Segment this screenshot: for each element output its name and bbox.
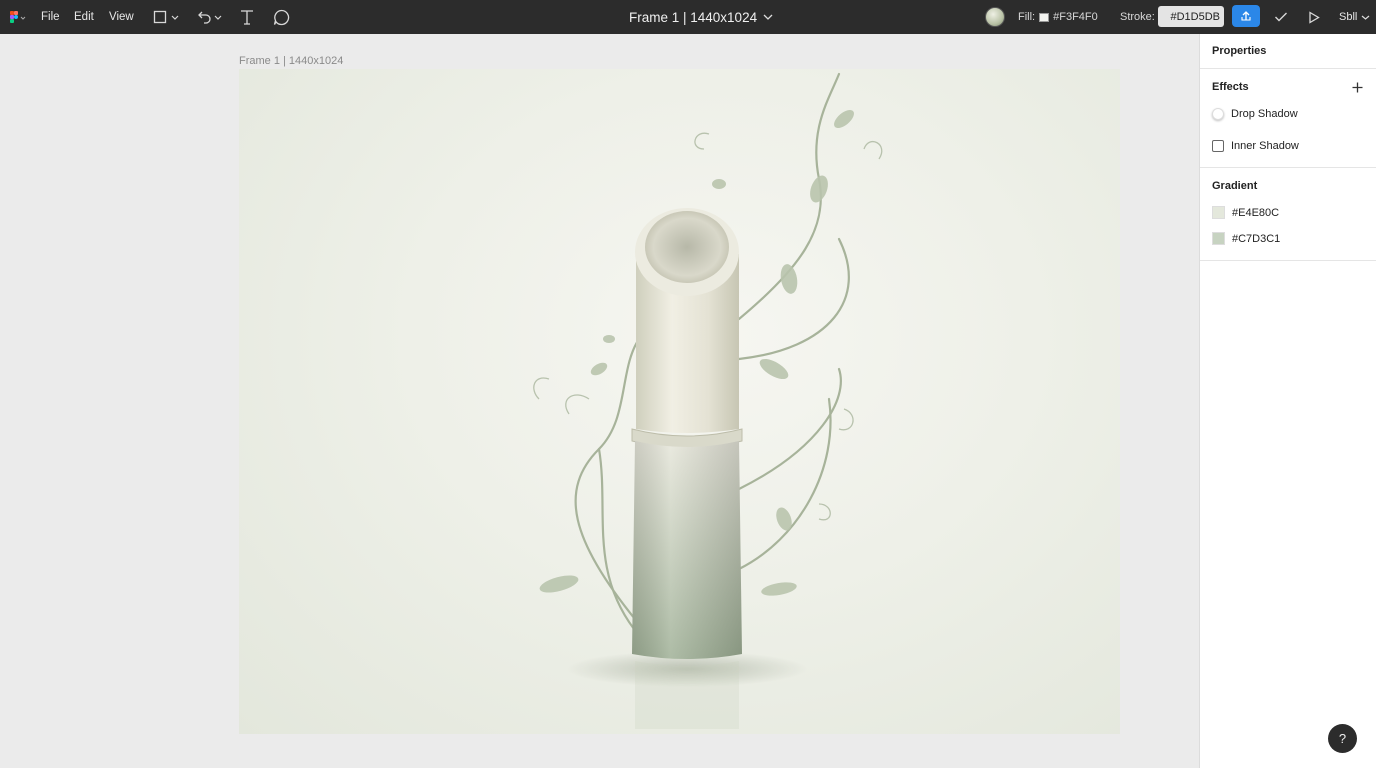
help-button[interactable]: ? (1328, 724, 1357, 753)
figma-logo-icon (10, 11, 26, 23)
top-toolbar: File Edit View Frame 1 | 1440x1024 Fill:… (0, 0, 1376, 34)
gradient-stop-swatch[interactable] (1212, 232, 1225, 245)
effect-drop-shadow[interactable]: Drop Shadow (1212, 108, 1298, 120)
menu-view[interactable]: View (109, 0, 134, 34)
share-icon (1241, 11, 1251, 21)
user-label: Sbll (1339, 11, 1358, 23)
undo-icon (198, 11, 222, 24)
gradient-stop[interactable]: #E4E80C (1212, 206, 1279, 219)
inner-shadow-label: Inner Shadow (1231, 140, 1299, 152)
avatar[interactable] (985, 0, 1005, 34)
inner-shadow-checkbox[interactable] (1212, 140, 1224, 152)
bamboo-vase-artwork (533, 72, 883, 729)
drop-shadow-label: Drop Shadow (1231, 108, 1298, 120)
gradient-stop-value[interactable]: #C7D3C1 (1232, 233, 1280, 245)
plus-icon (1352, 82, 1363, 93)
fill-label: Fill: (1018, 11, 1036, 23)
gradient-stop[interactable]: #C7D3C1 (1212, 232, 1280, 245)
file-title-dropdown[interactable]: Frame 1 | 1440x1024 (629, 0, 773, 34)
comment-icon (273, 9, 290, 25)
frame-label[interactable]: Frame 1 | 1440x1024 (239, 55, 343, 67)
drop-shadow-checkbox[interactable] (1212, 108, 1224, 120)
menu-file[interactable]: File (41, 0, 60, 34)
text-tool-icon (241, 10, 253, 25)
properties-panel: Properties Effects Drop Shadow Inner Sha… (1199, 34, 1376, 768)
effect-inner-shadow[interactable]: Inner Shadow (1212, 140, 1299, 152)
fill-control[interactable]: Fill: #F3F4F0 (1018, 0, 1098, 34)
stroke-input[interactable]: #D1D5DB (1158, 6, 1224, 27)
check-icon (1275, 12, 1287, 22)
stroke-label: Stroke: (1120, 11, 1155, 23)
share-button[interactable] (1232, 5, 1260, 27)
frame-tool-icon (153, 10, 179, 24)
present-button[interactable] (1308, 0, 1320, 34)
frame-artboard[interactable] (239, 69, 1120, 734)
file-title: Frame 1 | 1440x1024 (629, 9, 758, 25)
user-menu[interactable]: Sbll (1339, 0, 1370, 34)
fill-swatch (1039, 12, 1050, 22)
text-tool-button[interactable] (240, 0, 254, 34)
menu-edit[interactable]: Edit (74, 0, 94, 34)
frame-tool-button[interactable] (153, 0, 181, 34)
effects-title: Effects (1212, 81, 1249, 93)
approve-button[interactable] (1274, 0, 1288, 34)
gradient-title: Gradient (1212, 180, 1258, 192)
panel-title: Properties (1212, 45, 1267, 57)
gradient-stop-swatch[interactable] (1212, 206, 1225, 219)
chevron-down-icon (763, 14, 773, 20)
app-menu-button[interactable] (8, 0, 26, 34)
gradient-stop-value[interactable]: #E4E80C (1232, 207, 1279, 219)
add-effect-button[interactable] (1352, 80, 1363, 98)
fill-value: #F3F4F0 (1053, 11, 1098, 23)
chevron-down-icon (1361, 15, 1370, 20)
divider (1200, 68, 1376, 69)
avatar-image (985, 7, 1005, 27)
divider (1200, 260, 1376, 261)
comment-tool-button[interactable] (273, 0, 290, 34)
undo-button[interactable] (195, 0, 223, 34)
play-icon (1309, 10, 1320, 24)
canvas[interactable]: Frame 1 | 1440x1024 (0, 34, 1199, 768)
divider (1200, 167, 1376, 168)
